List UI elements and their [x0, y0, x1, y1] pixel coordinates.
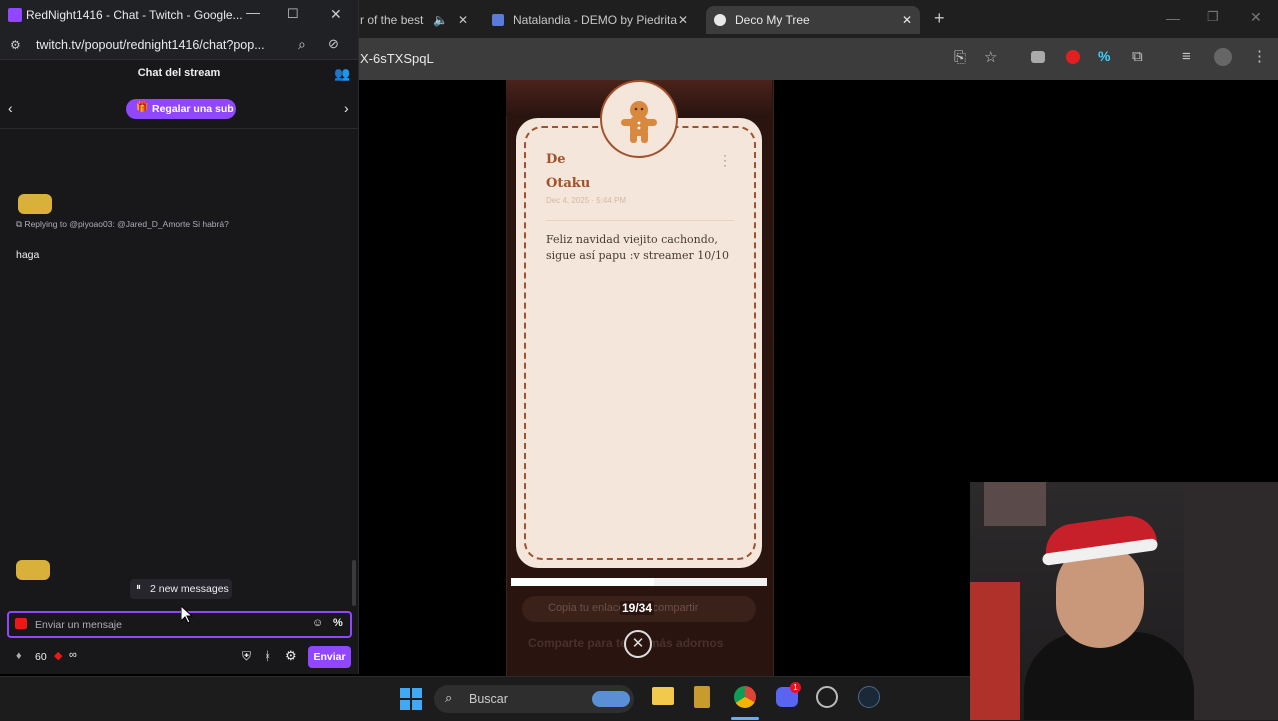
profile-avatar[interactable]: [1214, 48, 1232, 66]
windows-start-icon[interactable]: [400, 688, 422, 710]
close-tab-icon[interactable]: ✕: [458, 6, 468, 34]
mouse-cursor-icon: [181, 606, 193, 624]
copy-link-button[interactable]: Copia tu enlace para compartir 19/34: [522, 596, 756, 622]
popout-url-bar: ⚙ twitch.tv/popout/rednight1416/chat?pop…: [0, 31, 358, 60]
close-tab-icon[interactable]: ✕: [678, 6, 688, 34]
tab-title: Natalandia - DEMO by Piedrita: [513, 13, 678, 27]
settings-gear-icon[interactable]: ⚙: [285, 648, 297, 664]
shield-icon[interactable]: ⛨: [242, 649, 251, 664]
dark-jacket: [1184, 482, 1278, 720]
card-date: Dec 4, 2025 · 5:44 PM: [546, 196, 627, 205]
gingerbread-icon: [621, 101, 657, 143]
discord-notification-badge: 1: [790, 682, 801, 693]
red-cloth: [970, 582, 1020, 720]
translate-tool-icon[interactable]: ᚼ: [264, 649, 271, 663]
media-icon[interactable]: ≡: [1182, 48, 1191, 65]
minimize-icon[interactable]: —: [1166, 10, 1180, 26]
page-counter: 19/34: [620, 601, 655, 615]
card-divider: [546, 220, 734, 221]
pause-icon: ⏸: [136, 582, 141, 593]
tab-title: r of the best: [360, 13, 424, 27]
menu-icon[interactable]: ⋮: [1252, 47, 1267, 65]
tab-natalandia[interactable]: Natalandia - DEMO by Piedrita ✕: [488, 6, 698, 34]
header-divider: [0, 128, 358, 129]
infinity-icon: ∞: [69, 649, 77, 661]
star-icon[interactable]: ☆: [984, 48, 997, 66]
gmail-icon: [492, 14, 504, 26]
install-icon[interactable]: ⎘: [954, 49, 966, 66]
tab-music[interactable]: r of the best 🔈 ✕: [360, 6, 470, 34]
adblock-icon[interactable]: [1066, 50, 1080, 64]
chat-header-title: Chat del stream: [137, 67, 221, 79]
card-menu-icon[interactable]: ⋮: [718, 152, 732, 169]
wrapped-text: haga: [16, 249, 40, 261]
popout-title: RedNight1416 - Chat - Twitch - Google...: [26, 8, 243, 22]
card-dashed-border: [524, 126, 756, 560]
progress-fill: [511, 578, 655, 586]
users-icon[interactable]: 👥: [334, 66, 350, 82]
app-icon[interactable]: [694, 686, 710, 708]
chevron-left-icon[interactable]: ‹: [8, 100, 13, 116]
reply-text: Replying to @piyoao03: @Jared_D_Amorte S…: [24, 219, 229, 229]
chrome-icon[interactable]: [734, 686, 756, 708]
translate-icon[interactable]: %: [1098, 48, 1110, 64]
progress-track: [511, 578, 767, 586]
emote-picker-icon[interactable]: ☺: [312, 617, 323, 629]
chat-emote-icon[interactable]: [18, 194, 52, 214]
chat-emote-icon[interactable]: [16, 560, 50, 580]
close-window-icon[interactable]: ✕: [330, 6, 342, 23]
gift-sub-button[interactable]: 🎁 Regalar una sub: [126, 99, 236, 119]
weather-widget-icon[interactable]: [592, 691, 630, 707]
twitch-chat-popout: RedNight1416 - Chat - Twitch - Google...…: [0, 0, 359, 674]
search-placeholder: Buscar: [469, 692, 508, 706]
new-messages-pill[interactable]: ⏸ 2 new messages: [130, 579, 232, 599]
channel-points-icon[interactable]: ♦: [16, 650, 22, 662]
twitch-icon: [8, 8, 22, 22]
gift-icon: 🎁: [136, 102, 149, 113]
url-text[interactable]: X-6sTXSpqL: [360, 51, 434, 66]
tab-deco-my-tree[interactable]: Deco My Tree ✕: [706, 6, 920, 34]
card-message: Feliz navidad viejito cachondo, sigue as…: [546, 233, 729, 262]
zoom-icon[interactable]: ⌕: [298, 36, 306, 53]
close-window-icon[interactable]: ✕: [1250, 9, 1262, 26]
restore-icon[interactable]: ❐: [1207, 9, 1219, 25]
send-button[interactable]: Enviar: [308, 646, 351, 668]
obs-icon[interactable]: [816, 686, 838, 708]
from-name: Otaku: [546, 176, 591, 191]
file-explorer-icon[interactable]: [652, 687, 674, 705]
popout-url[interactable]: twitch.tv/popout/rednight1416/chat?pop..…: [36, 38, 265, 52]
from-label: De: [546, 152, 566, 167]
site-icon: [714, 14, 726, 26]
ornament-badge: [600, 80, 678, 158]
puzzle-icon[interactable]: ⧉: [1132, 48, 1143, 65]
site-settings-icon[interactable]: ⚙: [10, 38, 21, 52]
speaker-icon[interactable]: 🔈: [433, 6, 448, 34]
gift-sub-label: Regalar una sub: [152, 103, 234, 115]
new-messages-label: 2 new messages: [150, 583, 229, 595]
webcam-feed: [970, 482, 1278, 720]
close-viewer-icon[interactable]: ✕: [624, 630, 652, 658]
chat-input[interactable]: Enviar un mensaje ☺ %: [7, 611, 352, 638]
chat-scrollbar[interactable]: [352, 560, 356, 606]
search-icon: ⌕: [445, 690, 453, 705]
steam-icon[interactable]: [858, 686, 880, 708]
maximize-icon[interactable]: ☐: [287, 6, 299, 22]
extension-icon[interactable]: [1031, 51, 1045, 63]
tab-title: Deco My Tree: [735, 13, 810, 27]
points-count: 60: [35, 651, 47, 663]
minimize-icon[interactable]: —: [246, 4, 260, 20]
eye-slash-icon[interactable]: ⊘: [328, 36, 339, 52]
reply-context: ⧉ Replying to @piyoao03: @Jared_D_Amorte…: [16, 219, 229, 230]
bits-icon[interactable]: ◆: [54, 649, 62, 662]
close-tab-icon[interactable]: ✕: [902, 6, 912, 34]
extension-emote-icon[interactable]: %: [333, 617, 343, 629]
taskbar-search[interactable]: ⌕ Buscar: [434, 685, 634, 713]
clip-icon[interactable]: [15, 618, 27, 629]
wall-poster: [984, 482, 1046, 526]
chevron-right-icon[interactable]: ›: [344, 100, 349, 116]
input-placeholder: Enviar un mensaje: [35, 619, 122, 631]
new-tab-icon[interactable]: +: [934, 8, 945, 29]
popout-title-bar: RedNight1416 - Chat - Twitch - Google...…: [0, 0, 358, 31]
